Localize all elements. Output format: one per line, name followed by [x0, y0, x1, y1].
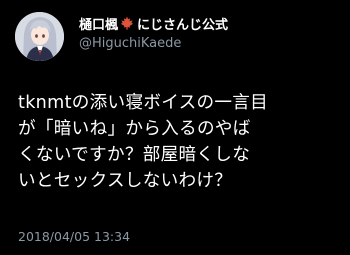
display-name-suffix: にじさんじ公式 — [137, 17, 229, 33]
display-name[interactable]: 樋口楓 にじさんじ公式 — [79, 14, 344, 33]
tweet-text-line: tknmtの添い寝ボイスの一言目 — [18, 93, 269, 113]
tweet-timestamp[interactable]: 2018/04/05 13:34 — [18, 229, 130, 244]
tweet-text-line: くないですか？部屋暗くしな — [18, 145, 251, 165]
avatar[interactable] — [15, 12, 64, 61]
display-name-prefix: 樋口楓 — [79, 17, 119, 33]
tweet-text: tknmtの添い寝ボイスの一言目 が「暗いね」から入るのやば くないですか？部屋… — [18, 90, 343, 194]
tweet-card: 樋口楓 にじさんじ公式 @HiguchiKaede tknmtの添い寝ボイスの一… — [0, 0, 350, 255]
tweet-text-line: いとセックスしないわけ？ — [18, 171, 233, 191]
user-handle[interactable]: @HiguchiKaede — [79, 36, 344, 51]
avatar-image — [15, 12, 64, 61]
tweet-text-line: が「暗いね」から入るのやば — [18, 119, 251, 139]
author-info: 樋口楓 にじさんじ公式 @HiguchiKaede — [79, 14, 344, 51]
maple-leaf-icon — [120, 16, 134, 30]
